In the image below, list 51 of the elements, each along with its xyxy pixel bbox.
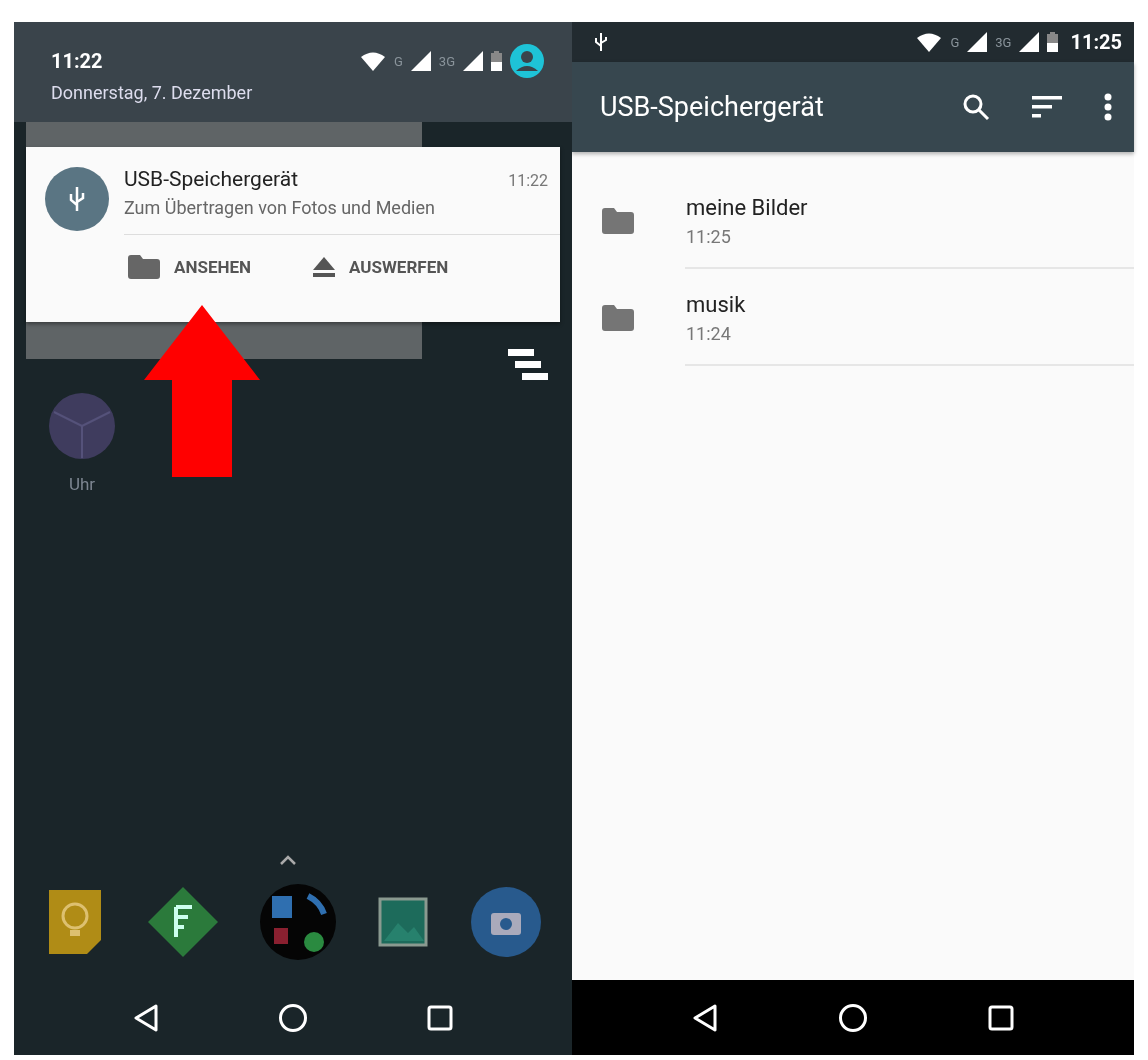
notification-text: Zum Übertragen von Fotos und Medien [124,197,436,218]
folder-list-item[interactable]: meine Bilder 11:25 [572,172,1134,269]
folder-time: 11:24 [686,322,732,344]
battery-icon [491,51,502,71]
eject-icon [313,257,335,277]
home-icon[interactable] [278,1002,308,1033]
sort-icon[interactable] [1032,96,1062,118]
arrow-icon [142,305,262,477]
network-type-label: G [393,53,403,69]
home-icon[interactable] [838,1002,868,1033]
app-folder-icon[interactable] [259,884,336,960]
notification-card[interactable]: USB-Speichergerät 11:22 Zum Übertragen von Fotos und Medien ANSEHEN AUSWERFEN [26,147,560,322]
notification-action-button[interactable]: AUSWERFEN [307,243,455,291]
usb-icon [594,32,608,52]
recents-icon[interactable] [426,1004,453,1031]
search-icon[interactable] [962,93,990,121]
signal-icon [410,51,431,71]
app-bar-title: USB-Speichergerät [600,91,825,123]
chevron-up-icon[interactable] [279,854,297,866]
app-label: Uhr [68,474,96,494]
network-type-label: 3G [995,34,1012,50]
back-icon[interactable] [692,1003,718,1032]
user-avatar-icon[interactable] [510,44,544,78]
battery-icon [1047,32,1059,52]
folder-name: musik [686,291,746,317]
folder-icon [128,255,160,279]
status-date: Donnerstag, 7. Dezember [51,82,254,103]
more-options-icon[interactable] [1104,93,1112,121]
network-type-label: 3G [438,53,455,69]
recents-icon[interactable] [988,1004,1014,1031]
network-type-label: G [950,34,960,50]
signal-icon [463,51,483,71]
wifi-icon [916,32,943,52]
folder-time: 11:25 [686,225,732,247]
status-time: 11:25 [1070,30,1122,54]
folder-list-item[interactable]: musik 11:24 [572,269,1134,366]
back-icon[interactable] [133,1003,160,1032]
notification-title: USB-Speichergerät [124,167,299,191]
folder-icon [602,304,634,331]
gallery-icon[interactable] [378,897,429,947]
lines-icon [508,349,548,383]
signal-icon [1019,32,1040,52]
notification-time: 11:22 [508,171,548,191]
folder-icon [602,207,634,234]
folder-name: meine Bilder [686,194,808,220]
camera-icon[interactable] [470,887,541,957]
signal-icon [967,32,988,52]
notification-action-button[interactable]: ANSEHEN [122,243,257,291]
wifi-icon [359,51,386,71]
diamond-icon[interactable] [147,887,218,957]
status-time: 11:22 [51,49,104,73]
